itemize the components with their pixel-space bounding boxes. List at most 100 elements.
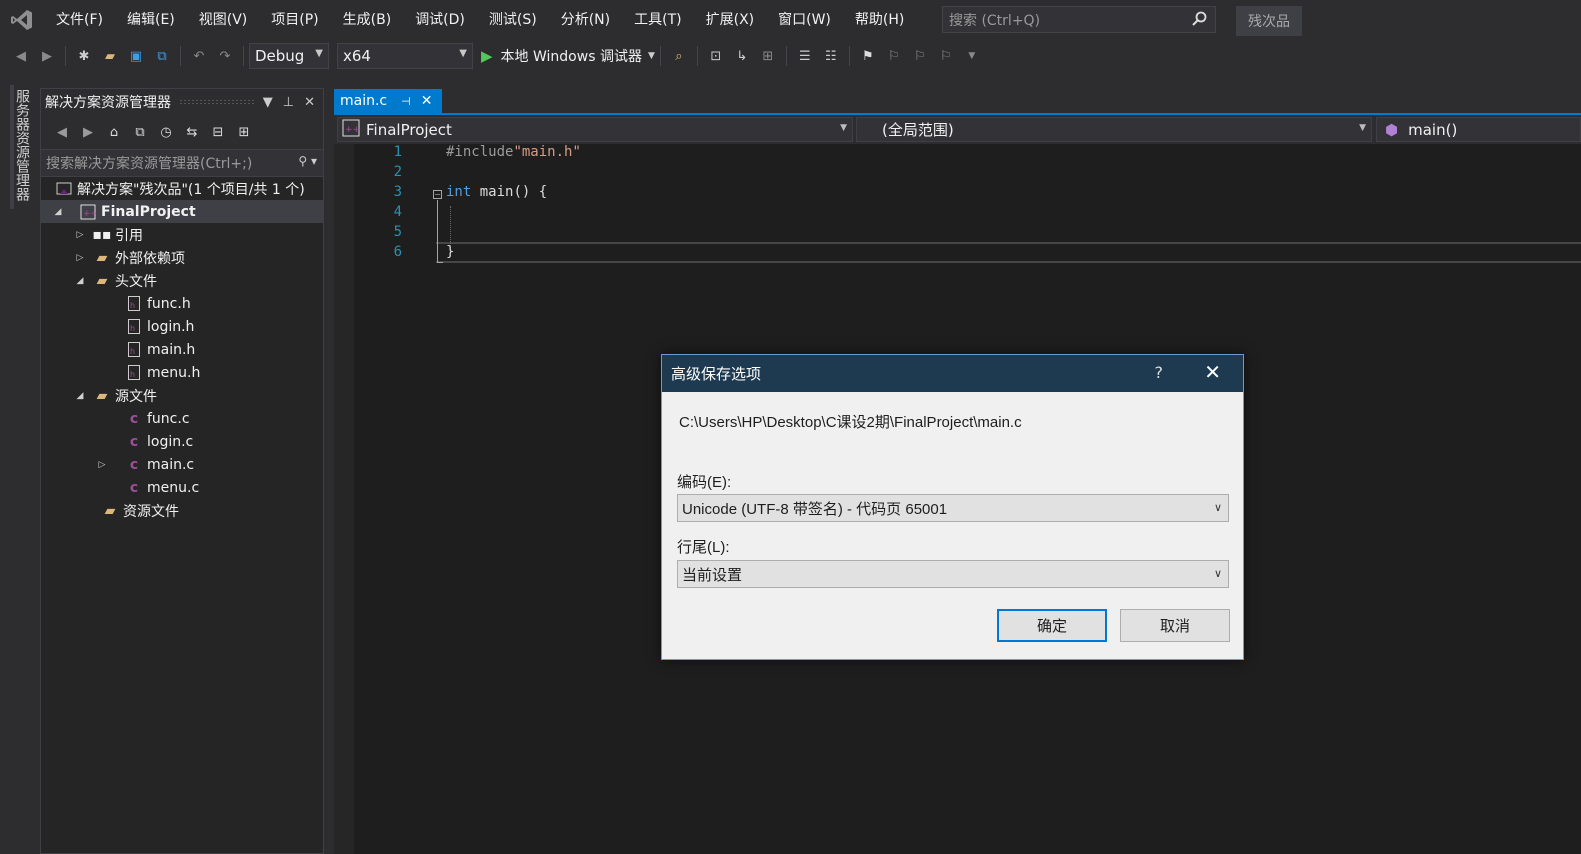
- solution-platform-select[interactable]: x64 ▼: [337, 43, 473, 69]
- collapsed-arrow-icon[interactable]: ▷: [73, 253, 87, 263]
- standard-toolbar: ◀ ▶ ✱ ▰ ▣ ⧉ ↶ ↷ Debug ▼ x64 ▼ ▶ 本地 Windo…: [0, 40, 1581, 72]
- clear-bookmarks-icon[interactable]: ⚐: [935, 45, 957, 67]
- pin-icon[interactable]: ⊥: [283, 95, 294, 110]
- save-all-icon[interactable]: ⧉: [151, 45, 173, 67]
- menu-debug[interactable]: 调试(D): [403, 0, 477, 40]
- cancel-button[interactable]: 取消: [1120, 609, 1230, 642]
- project-scope-select[interactable]: ++ FinalProject ▼: [337, 117, 853, 142]
- ok-button[interactable]: 确定: [997, 609, 1107, 642]
- redo-icon[interactable]: ↷: [214, 45, 236, 67]
- visual-studio-logo-icon: [0, 0, 44, 40]
- solution-search-input[interactable]: 搜索解决方案资源管理器(Ctrl+;) ⚲ ▾: [41, 149, 323, 177]
- breakpoint-layout-icon[interactable]: ⊞: [757, 45, 779, 67]
- line-ending-select[interactable]: 当前设置 ∨: [677, 560, 1229, 588]
- open-file-icon[interactable]: ▰: [99, 45, 121, 67]
- menu-build[interactable]: 生成(B): [331, 0, 404, 40]
- expanded-arrow-icon[interactable]: ◢: [73, 391, 87, 401]
- menu-help[interactable]: 帮助(H): [843, 0, 916, 40]
- search-icon: ⚲ ▾: [298, 154, 317, 168]
- new-project-icon[interactable]: ✱: [73, 45, 95, 67]
- home-icon[interactable]: ⌂: [103, 121, 125, 143]
- collapsed-arrow-icon[interactable]: ▷: [73, 230, 87, 240]
- switch-views-icon[interactable]: ⧉: [129, 121, 151, 143]
- expanded-arrow-icon[interactable]: ◢: [51, 207, 65, 217]
- list-item[interactable]: c menu.c: [41, 476, 323, 499]
- toolbar-separator: [696, 46, 698, 66]
- line-number: 6: [393, 244, 402, 260]
- cpp-project-icon: ++: [79, 204, 97, 220]
- svg-text:h: h: [130, 301, 135, 310]
- header-files-folder[interactable]: ◢ ▰ 头文件: [41, 269, 323, 292]
- navigate-forward-icon[interactable]: ▶: [36, 45, 58, 67]
- encoding-select[interactable]: Unicode (UTF-8 带签名) - 代码页 65001 ∨: [677, 494, 1229, 522]
- toolbar-overflow-icon[interactable]: ▼: [961, 45, 983, 67]
- menu-analyze[interactable]: 分析(N): [549, 0, 622, 40]
- external-dependencies-node[interactable]: ▷ ▰ 外部依赖项: [41, 246, 323, 269]
- encoding-label: 编码(E):: [677, 474, 732, 491]
- member-scope-select[interactable]: ⬢ main(): [1376, 117, 1581, 142]
- help-icon[interactable]: ?: [1155, 363, 1164, 382]
- sync-icon[interactable]: ⇆: [181, 121, 203, 143]
- list-item[interactable]: h main.h: [41, 338, 323, 361]
- server-explorer-tab[interactable]: 服务器资源管理器: [10, 85, 32, 209]
- menu-window[interactable]: 窗口(W): [766, 0, 843, 40]
- find-in-files-icon[interactable]: ⌕: [668, 45, 690, 67]
- step-icon[interactable]: ↳: [731, 45, 753, 67]
- uncomment-lines-icon[interactable]: ☷: [820, 45, 842, 67]
- line-number: 3: [393, 184, 402, 200]
- quick-launch-search-input[interactable]: 搜索 (Ctrl+Q): [942, 6, 1216, 33]
- solution-explorer-toolbar: ◀ ▶ ⌂ ⧉ ◷ ⇆ ⊟ ⊞: [41, 115, 323, 149]
- undo-icon[interactable]: ↶: [188, 45, 210, 67]
- references-node[interactable]: ▷ ▪▪ 引用: [41, 223, 323, 246]
- next-bookmark-icon[interactable]: ⚐: [909, 45, 931, 67]
- list-item[interactable]: h func.h: [41, 292, 323, 315]
- menu-file[interactable]: 文件(F): [44, 0, 115, 40]
- menu-extensions[interactable]: 扩展(X): [694, 0, 767, 40]
- menu-view[interactable]: 视图(V): [187, 0, 260, 40]
- bookmark-icon[interactable]: ⚑: [857, 45, 879, 67]
- forward-icon[interactable]: ▶: [77, 121, 99, 143]
- collapse-all-icon[interactable]: ⊟: [207, 121, 229, 143]
- solution-node[interactable]: 解决方案"残次品"(1 个项目/共 1 个): [41, 177, 323, 200]
- platform-value: x64: [343, 47, 371, 65]
- chevron-down-icon: ▼: [459, 48, 467, 59]
- closing-brace: }: [446, 244, 455, 260]
- tab-underline: [334, 113, 1581, 115]
- project-node[interactable]: ◢ ++ FinalProject: [41, 200, 323, 223]
- list-item[interactable]: h login.h: [41, 315, 323, 338]
- save-icon[interactable]: ▣: [125, 45, 147, 67]
- solution-name-badge[interactable]: 残次品: [1236, 6, 1302, 36]
- pin-icon[interactable]: ⊣: [401, 95, 411, 108]
- c-file-icon: c: [129, 456, 139, 473]
- close-icon[interactable]: ✕: [421, 93, 433, 109]
- list-item[interactable]: c login.c: [41, 430, 323, 453]
- close-icon[interactable]: ✕: [1204, 360, 1221, 384]
- show-all-files-icon[interactable]: ⊞: [233, 121, 255, 143]
- type-scope-select[interactable]: (全局范围) ▼: [856, 117, 1372, 142]
- pending-changes-filter-icon[interactable]: ◷: [155, 121, 177, 143]
- window-position-icon[interactable]: ▼: [263, 95, 273, 110]
- expanded-arrow-icon[interactable]: ◢: [73, 276, 87, 286]
- close-icon[interactable]: ✕: [304, 95, 315, 110]
- previous-bookmark-icon[interactable]: ⚐: [883, 45, 905, 67]
- list-item[interactable]: ▷ c main.c: [41, 453, 323, 476]
- back-icon[interactable]: ◀: [51, 121, 73, 143]
- navigate-back-icon[interactable]: ◀: [10, 45, 32, 67]
- menu-test[interactable]: 测试(S): [477, 0, 549, 40]
- start-debugging-button[interactable]: ▶ 本地 Windows 调试器 ▼: [481, 46, 655, 66]
- collapse-icon[interactable]: −: [433, 190, 442, 199]
- menu-tools[interactable]: 工具(T): [622, 0, 693, 40]
- file-label: main.c: [147, 456, 195, 473]
- list-item[interactable]: c func.c: [41, 407, 323, 430]
- tab-main-c[interactable]: main.c ⊣ ✕: [334, 89, 442, 113]
- menu-project[interactable]: 项目(P): [259, 0, 330, 40]
- comment-lines-icon[interactable]: ☰: [794, 45, 816, 67]
- list-item[interactable]: h menu.h: [41, 361, 323, 384]
- solution-configuration-select[interactable]: Debug ▼: [249, 43, 329, 69]
- resource-files-folder[interactable]: ▰ 资源文件: [41, 499, 323, 522]
- menu-edit[interactable]: 编辑(E): [115, 0, 187, 40]
- source-files-folder[interactable]: ◢ ▰ 源文件: [41, 384, 323, 407]
- collapsed-arrow-icon[interactable]: ▷: [95, 460, 109, 470]
- screenshot-icon[interactable]: ⊡: [705, 45, 727, 67]
- svg-text:h: h: [130, 347, 135, 356]
